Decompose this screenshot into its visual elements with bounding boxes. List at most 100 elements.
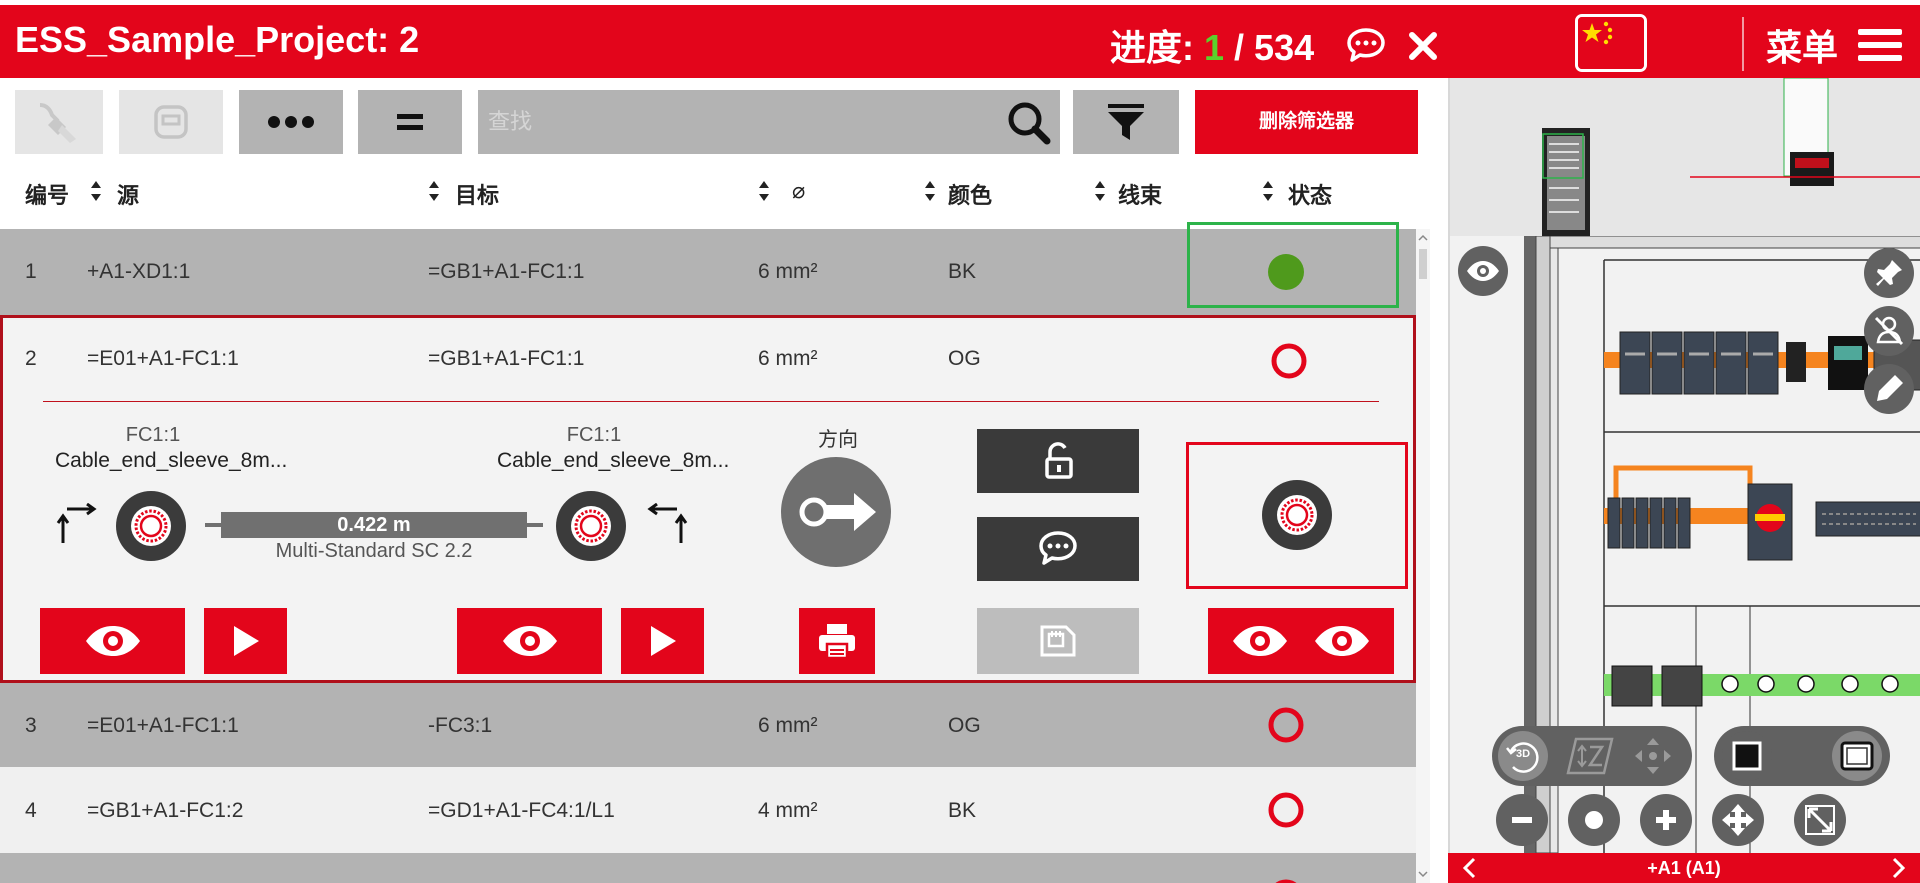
zoom-out-button[interactable] (1496, 794, 1548, 846)
menu-label[interactable]: 菜单 (1766, 19, 1838, 71)
column-color[interactable]: 颜色 (948, 178, 992, 210)
row-color: OG (948, 347, 981, 370)
column-bundle[interactable]: 线束 (1118, 178, 1162, 210)
scrollbar-thumb[interactable] (1419, 249, 1427, 279)
next-location-icon[interactable] (1884, 853, 1912, 883)
target-direction-icon (647, 503, 688, 543)
move-view-button[interactable] (1632, 735, 1674, 777)
print-button[interactable] (799, 608, 875, 674)
progress-indicator: 进度: 1 / 534 (1110, 19, 1314, 71)
status-done-icon[interactable] (1266, 252, 1306, 292)
sort-target-icon[interactable] (428, 178, 440, 204)
fullscreen-button[interactable] (1794, 794, 1846, 846)
flip-z-icon (1566, 737, 1614, 775)
plus-icon (1656, 810, 1676, 830)
pan-arrows-icon (1722, 804, 1754, 836)
source-terminal: FC1:1 (125, 424, 181, 446)
edit-button[interactable] (1864, 364, 1914, 414)
play-target-button[interactable] (621, 608, 704, 674)
wire-tool-button[interactable] (15, 90, 103, 154)
column-diameter[interactable]: ⌀ (792, 178, 805, 204)
flip-z-button[interactable] (1564, 735, 1616, 777)
more-dots-icon (268, 116, 314, 128)
unlock-button[interactable] (977, 429, 1139, 493)
play-icon (233, 626, 259, 656)
scroll-up-icon[interactable] (1416, 231, 1430, 245)
row-number: 1 (25, 260, 37, 283)
cabinet-viewer[interactable]: 3D (1448, 78, 1920, 883)
reset-zoom-button[interactable] (1568, 794, 1620, 846)
row-diameter: 6 mm² (758, 260, 818, 283)
pin-icon (1876, 260, 1902, 286)
search-icon[interactable] (1006, 100, 1052, 146)
row-diameter: 6 mm² (758, 347, 818, 370)
filter-button[interactable] (1073, 90, 1179, 154)
view-mode-group: 3D (1492, 726, 1692, 786)
square-solid-icon (1732, 741, 1762, 771)
row-source: =E01+A1-FC1:1 (87, 347, 239, 370)
more-options-button[interactable] (239, 90, 343, 154)
language-flag-icon[interactable] (1575, 14, 1647, 72)
direction-arrow-icon[interactable] (780, 456, 892, 568)
source-direction-icon (56, 503, 97, 543)
pin-button[interactable] (1864, 248, 1914, 298)
table-row[interactable]: 4 =GB1+A1-FC1:2 =GD1+A1-FC4:1/L1 4 mm² B… (0, 767, 1416, 853)
location-label: +A1 (A1) (1647, 858, 1721, 878)
visibility-toggle[interactable] (1458, 246, 1508, 296)
overview-drawing (1542, 78, 1920, 236)
comment-icon[interactable] (1346, 27, 1386, 63)
column-source[interactable]: 源 (117, 178, 139, 210)
clear-filter-button[interactable]: 删除筛选器 (1195, 90, 1418, 154)
sort-bundle-icon[interactable] (1094, 178, 1106, 204)
table-row[interactable]: 1 +A1-XD1:1 =GB1+A1-FC1:1 6 mm² BK (0, 222, 1416, 315)
terminal-icon (154, 105, 188, 139)
outline-view-button[interactable] (1832, 731, 1882, 781)
view-both-button[interactable] (1208, 608, 1394, 674)
play-source-button[interactable] (204, 608, 287, 674)
target-part: Cable_end_sleeve_8m... (497, 449, 730, 472)
close-icon[interactable] (1406, 29, 1440, 63)
sort-diameter-icon[interactable] (758, 178, 770, 204)
search-input[interactable] (488, 102, 988, 142)
list-scrollbar[interactable] (1416, 229, 1430, 883)
status-open-icon[interactable] (1266, 705, 1306, 745)
zoom-in-button[interactable] (1640, 794, 1692, 846)
comment-button[interactable] (977, 517, 1139, 581)
status-open-icon[interactable] (1266, 877, 1306, 883)
solid-view-button[interactable] (1722, 731, 1772, 781)
sort-status-icon[interactable] (1262, 178, 1274, 204)
column-status[interactable]: 状态 (1288, 178, 1332, 210)
sort-source-icon[interactable] (90, 178, 102, 204)
source-sleeve-icon[interactable] (115, 490, 187, 562)
view-source-button[interactable] (40, 608, 185, 674)
view-3d-button[interactable]: 3D (1498, 731, 1548, 781)
status-sleeve-icon[interactable] (1261, 479, 1333, 551)
column-target[interactable]: 目标 (455, 178, 499, 210)
scroll-down-icon[interactable] (1416, 867, 1430, 881)
status-open-icon[interactable] (1269, 341, 1309, 381)
header-divider (1742, 17, 1744, 71)
menu-icon[interactable] (1858, 27, 1902, 63)
progress-label: 进度: (1110, 27, 1204, 68)
app-header: ESS_Sample_Project: 2 进度: 1 / 534 菜单 (0, 0, 1920, 78)
pen-icon (1877, 375, 1903, 401)
equals-filter-button[interactable] (358, 90, 462, 154)
status-open-icon[interactable] (1266, 790, 1306, 830)
hide-button[interactable] (1864, 306, 1914, 356)
table-row[interactable] (0, 853, 1416, 883)
wire-length: 0.422 m (337, 514, 411, 536)
source-part: Cable_end_sleeve_8m... (55, 449, 288, 472)
view-target-button[interactable] (457, 608, 602, 674)
sd-card-button[interactable] (977, 608, 1139, 674)
row-number: 4 (25, 799, 37, 822)
terminal-tool-button[interactable] (119, 90, 223, 154)
table-row[interactable]: 3 =E01+A1-FC1:1 -FC3:1 6 mm² OG (0, 683, 1416, 767)
row-source: =GB1+A1-FC1:2 (87, 799, 244, 822)
minus-icon (1512, 817, 1532, 823)
sort-color-icon[interactable] (924, 178, 936, 204)
pan-button[interactable] (1712, 794, 1764, 846)
column-number[interactable]: 编号 (25, 178, 69, 210)
row-color: BK (948, 799, 977, 822)
prev-location-icon[interactable] (1456, 853, 1484, 883)
target-sleeve-icon[interactable] (555, 490, 627, 562)
